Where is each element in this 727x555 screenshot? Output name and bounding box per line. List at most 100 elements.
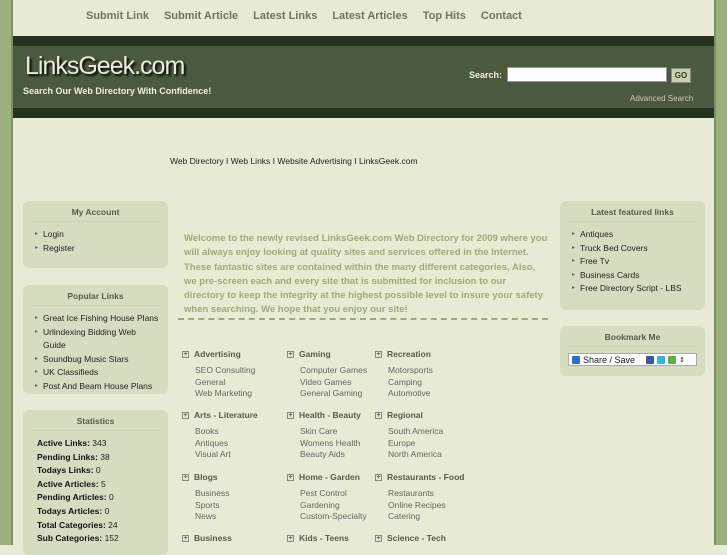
subcategory-link[interactable]: Sports — [182, 500, 230, 512]
expand-plus-icon[interactable]: + — [182, 350, 189, 358]
welcome-text: Welcome to the newly revised LinksGeek.c… — [184, 233, 548, 316]
featured-link[interactable]: Free Tv — [568, 255, 697, 269]
category: + Regional South America Europe North Americ… — [375, 410, 443, 461]
expand-plus-icon[interactable]: + — [375, 534, 382, 542]
popular-link[interactable]: UK Classifieds — [31, 366, 160, 380]
go-button[interactable]: GO — [671, 68, 691, 83]
subcategory-link[interactable]: News — [182, 511, 230, 523]
subcategory-link[interactable]: Online Recipes — [375, 500, 464, 512]
subcategory-link[interactable]: Video Games — [287, 377, 367, 389]
expand-plus-icon[interactable]: + — [375, 350, 382, 358]
subcategory-link[interactable]: Motorsports — [375, 365, 433, 377]
expand-plus-icon[interactable]: + — [375, 473, 382, 481]
expand-plus-icon[interactable]: + — [287, 534, 294, 542]
tagline: Search Our Web Directory With Confidence… — [23, 86, 212, 96]
expand-plus-icon[interactable]: + — [182, 534, 189, 542]
stat-value: 0 — [108, 492, 114, 503]
register-link[interactable]: Register — [31, 242, 160, 256]
subcategory-link[interactable]: Antiques — [182, 438, 258, 450]
logo[interactable]: LinksGeek.com — [25, 52, 185, 81]
subcategory-link[interactable]: SEO Consulting — [182, 365, 255, 377]
expand-plus-icon[interactable]: + — [182, 473, 189, 481]
subcategory-link[interactable]: Custom-Specialty — [287, 511, 367, 523]
category-link[interactable]: Regional — [387, 410, 423, 420]
subcategory-link[interactable]: Pest Control — [287, 488, 367, 500]
nav-submit-article[interactable]: Submit Article — [164, 10, 238, 22]
subcategory-link[interactable]: Europe — [375, 438, 443, 450]
bookmark-box: Bookmark Me Share / Save ⇕ — [560, 326, 705, 376]
category: + Recreation Motorsports Camping Automotive — [375, 349, 433, 400]
subcategory-link[interactable]: South America — [375, 426, 443, 438]
search-label: Search: — [469, 70, 503, 80]
nav-latest-links[interactable]: Latest Links — [253, 10, 317, 22]
category-link[interactable]: Gaming — [299, 349, 331, 359]
subcategory-link[interactable]: Books — [182, 426, 258, 438]
box-title: Latest featured links — [568, 205, 697, 222]
category-link[interactable]: Recreation — [387, 349, 431, 359]
popular-link[interactable]: Urlindexing Bidding Web Guide — [31, 326, 160, 353]
subcategory-link[interactable]: Computer Games — [287, 365, 367, 377]
subcategory-link[interactable]: Restaurants — [375, 488, 464, 500]
breadcrumb: Web Directory I Web Links I Website Adve… — [170, 156, 418, 166]
subcategory-link[interactable]: General — [182, 377, 255, 389]
category-link[interactable]: Science - Tech — [387, 533, 446, 543]
stat-label: Active Links: — [37, 438, 90, 448]
subcategory-link[interactable]: Web Marketing — [182, 388, 255, 400]
advanced-search-link[interactable]: Advanced Search — [630, 94, 693, 103]
category-link[interactable]: Business — [194, 533, 232, 543]
nav-submit-link[interactable]: Submit Link — [86, 10, 149, 22]
expand-plus-icon[interactable]: + — [287, 473, 294, 481]
share-save-button[interactable]: Share / Save ⇕ — [568, 353, 697, 366]
popular-links-box: Popular Links Great Ice Fishing House Pl… — [23, 285, 168, 394]
header-banner: LinksGeek.com Search Our Web Directory W… — [13, 36, 714, 118]
popular-link[interactable]: Post And Beam House Plans — [31, 380, 160, 394]
featured-link[interactable]: Truck Bed Covers — [568, 242, 697, 256]
category-link[interactable]: Blogs — [194, 472, 218, 482]
subcategory-link[interactable]: Business — [182, 488, 230, 500]
subcategory-link[interactable]: Womens Health — [287, 438, 361, 450]
login-link[interactable]: Login — [31, 228, 160, 242]
category: + Advertising SEO Consulting General Web Mar… — [182, 349, 255, 400]
category: + Business — [182, 533, 232, 549]
subcategory-link[interactable]: Catering — [375, 511, 464, 523]
category: + Kids - Teens — [287, 533, 349, 549]
nav-contact[interactable]: Contact — [481, 10, 522, 22]
subcategory-link[interactable]: Camping — [375, 377, 433, 389]
category-link[interactable]: Advertising — [194, 349, 241, 359]
popular-link[interactable]: Soundbug Music Stars — [31, 353, 160, 367]
featured-link[interactable]: Free Directory Script - LBS — [568, 282, 697, 296]
nav-top-hits[interactable]: Top Hits — [423, 10, 466, 22]
category-link[interactable]: Health - Beauty — [299, 410, 361, 420]
stat-label: Pending Links: — [37, 451, 98, 462]
expand-plus-icon[interactable]: + — [287, 350, 294, 358]
category: + Home - Garden Pest Control Gardening Custo… — [287, 472, 367, 523]
subcategory-link[interactable]: Automotive — [375, 388, 433, 400]
category-link[interactable]: Arts - Literature — [194, 410, 258, 420]
category-link[interactable]: Kids - Teens — [299, 533, 349, 543]
nav-latest-articles[interactable]: Latest Articles — [332, 10, 407, 22]
category: + Restaurants - Food Restaurants Online Rec… — [375, 472, 464, 523]
stat-label: Sub Categories: — [37, 533, 103, 544]
stat-value: 152 — [104, 533, 119, 544]
subcategory-link[interactable]: Gardening — [287, 500, 367, 512]
stat-label: Total Categories: — [37, 519, 106, 530]
subcategory-link[interactable]: North America — [375, 449, 443, 461]
stat-value: 0 — [104, 505, 110, 516]
box-title: Popular Links — [31, 289, 160, 306]
expand-plus-icon[interactable]: + — [375, 411, 382, 419]
category-link[interactable]: Restaurants - Food — [387, 472, 464, 482]
expand-plus-icon[interactable]: + — [182, 411, 189, 419]
popular-link[interactable]: Great Ice Fishing House Plans — [31, 312, 160, 326]
category: + Gaming Computer Games Video Games General … — [287, 349, 367, 400]
stat-row: Todays Articles: 0 — [31, 505, 160, 519]
featured-link[interactable]: Antiques — [568, 228, 697, 242]
search-input[interactable] — [507, 67, 667, 82]
category-link[interactable]: Home - Garden — [299, 472, 360, 482]
expand-plus-icon[interactable]: + — [287, 411, 294, 419]
subcategory-link[interactable]: Beauty Aids — [287, 449, 361, 461]
subcategory-link[interactable]: Skin Care — [287, 426, 361, 438]
featured-link[interactable]: Business Cards — [568, 269, 697, 283]
subcategory-link[interactable]: General Gaming — [287, 388, 367, 400]
subcategory-link[interactable]: Visual Art — [182, 449, 258, 461]
share-label: Share / Save — [583, 354, 636, 365]
